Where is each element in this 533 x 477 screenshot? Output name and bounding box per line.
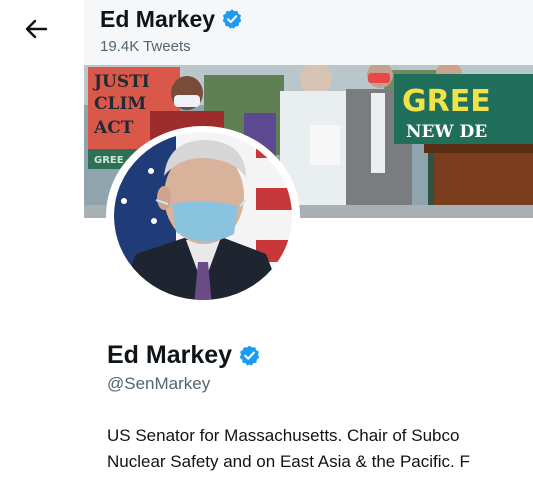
bio-line-1: US Senator for Massachusetts. Chair of S…	[107, 426, 460, 445]
arrow-left-icon[interactable]	[23, 16, 49, 42]
profile-screenshot: Ed Markey 19.4K Tweets JUSTI CLIM ACT GR…	[0, 0, 533, 477]
profile-name-row: Ed Markey	[107, 339, 261, 371]
profile-handle: @SenMarkey	[107, 374, 211, 393]
sign-right-line-2: NEW DE	[406, 122, 487, 142]
tweet-count: 19.4K Tweets	[100, 38, 191, 55]
profile-name: Ed Markey	[107, 340, 233, 369]
left-margin	[0, 0, 84, 477]
verified-badge-icon	[222, 9, 242, 29]
profile-bio: US Senator for Massachusetts. Chair of S…	[107, 423, 533, 475]
header-name: Ed Markey	[100, 5, 216, 32]
profile-avatar[interactable]	[106, 126, 300, 306]
sign-left-line-1: JUSTI	[92, 72, 150, 92]
header-title-row: Ed Markey	[100, 4, 243, 34]
bio-line-2: Nuclear Safety and on East Asia & the Pa…	[107, 452, 470, 471]
sign-right-line-1: GREE	[402, 84, 491, 119]
sign-left-line-2: CLIM	[94, 94, 146, 114]
verified-badge-icon	[239, 344, 260, 366]
